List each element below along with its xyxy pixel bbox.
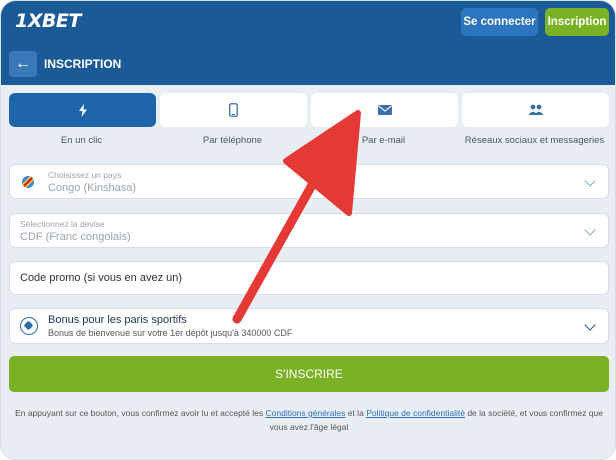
country-select[interactable]: Choisissez un pays Congo (Kinshasa) <box>9 164 609 199</box>
flag-drc-icon <box>22 176 34 188</box>
soccer-ball-icon <box>20 317 38 335</box>
tab-phone[interactable] <box>160 93 307 127</box>
registration-method-tabs <box>9 93 609 127</box>
chevron-down-icon <box>584 224 596 236</box>
chevron-down-icon <box>584 175 596 187</box>
back-button[interactable]: ← <box>9 51 37 77</box>
lightning-icon <box>78 103 87 117</box>
legal-prefix: En appuyant sur ce bouton, vous confirme… <box>15 408 264 418</box>
promo-code-placeholder: Code promo (si vous en avez un) <box>20 272 183 284</box>
currency-value: CDF (Franc congolais) <box>20 231 131 243</box>
submit-button[interactable]: S'INSCRIRE <box>9 356 609 392</box>
tab-label-email: Par e-mail <box>361 135 406 146</box>
currency-label: Sélectionnez la devise <box>20 219 105 229</box>
bonus-title: Bonus pour les paris sportifs <box>48 314 187 326</box>
promo-code-input[interactable]: Code promo (si vous en avez un) <box>9 261 609 295</box>
phone-icon <box>229 103 238 117</box>
login-button[interactable]: Se connecter <box>461 8 538 36</box>
tab-social[interactable] <box>462 93 609 127</box>
terms-link[interactable]: Conditions générales <box>266 408 346 418</box>
currency-select[interactable]: Sélectionnez la devise CDF (Franc congol… <box>9 213 609 248</box>
title-bar: ← INSCRIPTION <box>1 43 615 85</box>
legal-notice: En appuyant sur ce bouton, vous confirme… <box>9 406 609 434</box>
chevron-down-icon <box>584 319 596 331</box>
bonus-select[interactable]: Bonus pour les paris sportifs Bonus de b… <box>9 308 609 344</box>
page-title: INSCRIPTION <box>44 57 122 71</box>
tab-one-click[interactable] <box>9 93 156 127</box>
bonus-subtitle: Bonus de bienvenue sur votre 1er dépôt j… <box>48 328 293 338</box>
tab-email[interactable] <box>311 93 458 127</box>
envelope-icon <box>377 105 392 115</box>
users-icon <box>528 104 543 115</box>
top-bar: 1XBET Se connecter Inscription <box>1 1 615 43</box>
register-button[interactable]: Inscription <box>545 8 609 36</box>
country-value: Congo (Kinshasa) <box>48 182 137 194</box>
country-label: Choisissez un pays <box>48 170 122 180</box>
tab-label-one-click: En un clic <box>60 135 103 146</box>
privacy-link[interactable]: Politique de confidentialité <box>366 408 465 418</box>
logo[interactable]: 1XBET <box>15 10 81 32</box>
tab-label-phone: Par téléphone <box>202 135 263 146</box>
arrow-left-icon: ← <box>15 55 31 72</box>
legal-middle: et la <box>347 408 364 418</box>
registration-window: 1XBET Se connecter Inscription ← INSCRIP… <box>0 0 616 460</box>
tab-label-social: Réseaux sociaux et messageries <box>464 135 605 146</box>
